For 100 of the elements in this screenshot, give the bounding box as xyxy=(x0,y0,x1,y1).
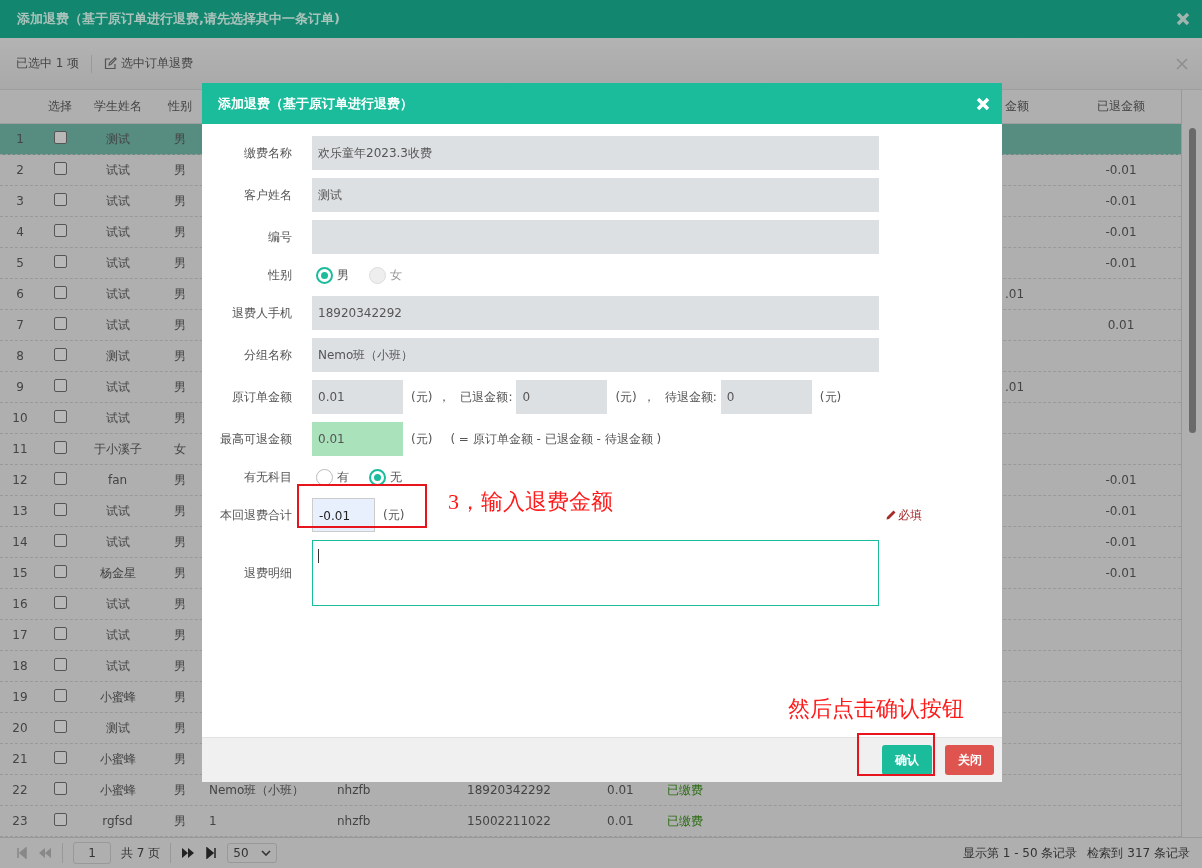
table-cell: .01 xyxy=(1005,287,1025,301)
row-number: 12 xyxy=(11,473,29,487)
table-cell-text: 男 xyxy=(173,626,187,644)
table-cell-text: rgfsd xyxy=(101,814,134,828)
refund-selected-button[interactable]: 选中订单退费 xyxy=(104,55,194,72)
row-checkbox[interactable] xyxy=(53,565,67,578)
table-cell: 0.01 xyxy=(607,783,634,797)
unit-label: (元) xyxy=(383,506,405,524)
table-cell-text: 男 xyxy=(173,657,187,675)
dialog-title: 添加退费（基于原订单进行退费） xyxy=(218,94,414,113)
field-label: 本回退费合计 xyxy=(219,506,292,524)
table-cell-text: 男 xyxy=(173,719,187,737)
text-field[interactable]: 0.01 xyxy=(312,422,403,456)
text-field[interactable]: 0 xyxy=(516,380,608,414)
pencil-icon xyxy=(886,510,896,520)
row-checkbox[interactable] xyxy=(53,131,67,144)
table-cell-text: 测试 xyxy=(104,347,131,365)
page-number-field[interactable]: 1 xyxy=(73,842,111,864)
table-cell-text: 小蜜蜂 xyxy=(98,750,137,768)
text-field[interactable] xyxy=(312,220,879,254)
row-checkbox[interactable] xyxy=(53,410,67,423)
row-checkbox[interactable] xyxy=(53,720,67,733)
unit-label: (元) xyxy=(819,388,842,406)
amount-field[interactable]: -0.01 xyxy=(312,498,375,532)
text-area[interactable] xyxy=(312,540,879,606)
row-number: 23 xyxy=(11,814,29,828)
text-field[interactable]: 欢乐童年2023.3收费 xyxy=(312,136,879,170)
row-number: 9 xyxy=(15,380,25,394)
row-number: 14 xyxy=(11,535,29,549)
table-cell-text: 男 xyxy=(173,595,187,613)
table-cell: 0.01 xyxy=(1107,318,1135,332)
row-checkbox[interactable] xyxy=(53,193,67,206)
row-checkbox[interactable] xyxy=(53,534,67,547)
text-field[interactable]: 0 xyxy=(720,380,812,414)
close-button[interactable]: 关闭 xyxy=(945,745,994,775)
required-note: 必填 xyxy=(898,506,922,524)
table-cell: -0.01 xyxy=(1105,256,1137,270)
table-cell-text: 男 xyxy=(173,409,187,427)
text-field[interactable]: 18920342292 xyxy=(312,296,879,330)
table-cell-text: 男 xyxy=(173,471,187,489)
row-checkbox[interactable] xyxy=(53,689,67,702)
table-cell-text: fan xyxy=(106,473,129,487)
table-cell-text: 男 xyxy=(173,378,187,396)
row-number: 20 xyxy=(11,721,29,735)
table-cell-text: 男 xyxy=(173,316,187,334)
close-icon[interactable] xyxy=(1176,12,1190,26)
field-label: 客户姓名 xyxy=(243,186,292,204)
next-page-icon[interactable] xyxy=(181,847,196,859)
table-cell-text: 试试 xyxy=(104,626,131,644)
radio-button[interactable] xyxy=(316,266,333,284)
table-cell: -0.01 xyxy=(1105,194,1137,208)
table-cell-text: 男 xyxy=(173,161,187,179)
row-checkbox[interactable] xyxy=(53,286,67,299)
table-cell-text: 试试 xyxy=(104,409,131,427)
table-cell: 18920342292 xyxy=(467,783,551,797)
table-cell-text: 试试 xyxy=(104,254,131,272)
row-checkbox[interactable] xyxy=(53,503,67,516)
text-field[interactable]: 测试 xyxy=(312,178,879,212)
page-size-select[interactable]: 50 xyxy=(227,843,278,863)
table-cell-text: 小蜜蜂 xyxy=(98,781,137,799)
row-checkbox[interactable] xyxy=(53,751,67,764)
row-checkbox[interactable] xyxy=(53,441,67,454)
table-cell-text: 试试 xyxy=(104,378,131,396)
text-field[interactable]: 0.01 xyxy=(312,380,403,414)
row-checkbox[interactable] xyxy=(53,813,67,826)
row-checkbox[interactable] xyxy=(53,782,67,795)
field-label: 待退金额: xyxy=(664,388,717,406)
row-checkbox[interactable] xyxy=(53,224,67,237)
scrollbar-thumb[interactable] xyxy=(1188,128,1196,433)
table-cell-text: 试试 xyxy=(104,657,131,675)
table-row[interactable]: 23 rgfsd 男 1 nhzfb 15002211022 0.01 已缴费 xyxy=(0,806,1181,837)
separator-text: ， xyxy=(642,388,655,406)
text-field[interactable]: Nemo班（小班） xyxy=(312,338,879,372)
row-checkbox[interactable] xyxy=(53,472,67,485)
row-checkbox[interactable] xyxy=(53,596,67,609)
row-checkbox[interactable] xyxy=(53,255,67,268)
field-label: 编号 xyxy=(267,228,292,246)
table-cell-text: 男 xyxy=(173,688,187,706)
row-checkbox[interactable] xyxy=(53,348,67,361)
table-cell-text: 男 xyxy=(173,130,187,148)
record-range: 显示第 1 - 50 条记录 xyxy=(962,844,1078,862)
table-cell-text: 男 xyxy=(173,347,187,365)
table-cell: -0.01 xyxy=(1105,566,1137,580)
last-page-icon[interactable] xyxy=(205,847,218,859)
row-number: 19 xyxy=(11,690,29,704)
field-label: 缴费名称 xyxy=(243,144,292,162)
table-cell: .01 xyxy=(1005,380,1025,394)
unit-label: (元) xyxy=(411,430,433,448)
row-checkbox[interactable] xyxy=(53,317,67,330)
table-cell: -0.01 xyxy=(1105,473,1137,487)
table-cell-text: 试试 xyxy=(104,285,131,303)
row-checkbox[interactable] xyxy=(53,627,67,640)
annotation-text: 3，输入退费金额 xyxy=(448,488,613,516)
table-cell-text: 男 xyxy=(173,502,187,520)
row-checkbox[interactable] xyxy=(53,658,67,671)
row-number: 6 xyxy=(15,287,25,301)
table-cell-text: 于小溪子 xyxy=(92,440,143,458)
row-checkbox[interactable] xyxy=(53,162,67,175)
field-label: 有无科目 xyxy=(243,468,292,486)
row-checkbox[interactable] xyxy=(53,379,67,392)
